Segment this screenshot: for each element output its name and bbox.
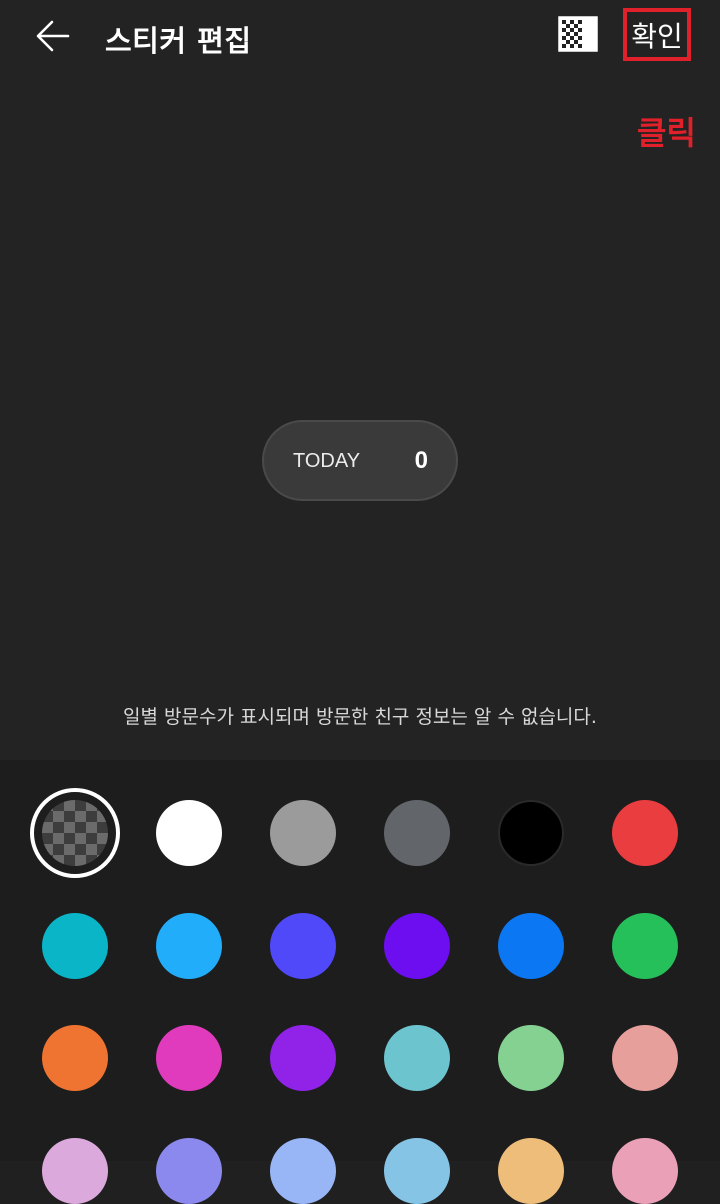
sticker-count: 0 xyxy=(414,447,428,474)
color-swatch[interactable] xyxy=(270,800,336,866)
color-swatch[interactable] xyxy=(498,913,564,979)
color-swatch[interactable] xyxy=(156,800,222,866)
today-visitor-sticker[interactable]: TODAY 0 xyxy=(262,420,458,501)
visitor-notice: 일별 방문수가 표시되며 방문한 친구 정보는 알 수 없습니다. xyxy=(123,706,597,728)
color-swatch[interactable] xyxy=(156,1138,222,1204)
sticker-label: TODAY xyxy=(293,450,361,472)
color-swatch[interactable] xyxy=(384,913,450,979)
sticker-preview-area: 스티커 편집 확인 클릭 TODAY 0 일별 방문수가 표시되며 방문한 친구… xyxy=(0,0,720,760)
color-swatch[interactable] xyxy=(384,800,450,866)
color-swatch[interactable] xyxy=(156,1025,222,1091)
background-toggle-button[interactable] xyxy=(558,16,598,52)
color-swatch[interactable] xyxy=(612,913,678,979)
color-swatch[interactable] xyxy=(42,1025,108,1091)
page-title: 스티커 편집 xyxy=(105,24,252,58)
color-swatch[interactable] xyxy=(612,1025,678,1091)
back-button[interactable] xyxy=(30,12,78,60)
color-swatch[interactable] xyxy=(498,800,564,866)
color-swatch[interactable] xyxy=(42,913,108,979)
color-swatch[interactable] xyxy=(42,1138,108,1204)
color-swatch[interactable] xyxy=(270,913,336,979)
color-swatch[interactable] xyxy=(270,1138,336,1204)
color-swatch[interactable] xyxy=(612,800,678,866)
confirm-button[interactable]: 확인 xyxy=(623,8,691,61)
color-swatch[interactable] xyxy=(384,1025,450,1091)
color-swatch[interactable] xyxy=(498,1025,564,1091)
transparency-toggle-icon xyxy=(558,16,598,52)
color-swatch[interactable] xyxy=(612,1138,678,1204)
back-arrow-icon xyxy=(36,20,70,52)
color-swatch[interactable] xyxy=(270,1025,336,1091)
color-swatch-transparent[interactable] xyxy=(42,800,108,866)
color-swatch[interactable] xyxy=(156,913,222,979)
color-swatch[interactable] xyxy=(384,1138,450,1204)
click-annotation: 클릭 xyxy=(637,114,696,152)
color-swatch[interactable] xyxy=(498,1138,564,1204)
